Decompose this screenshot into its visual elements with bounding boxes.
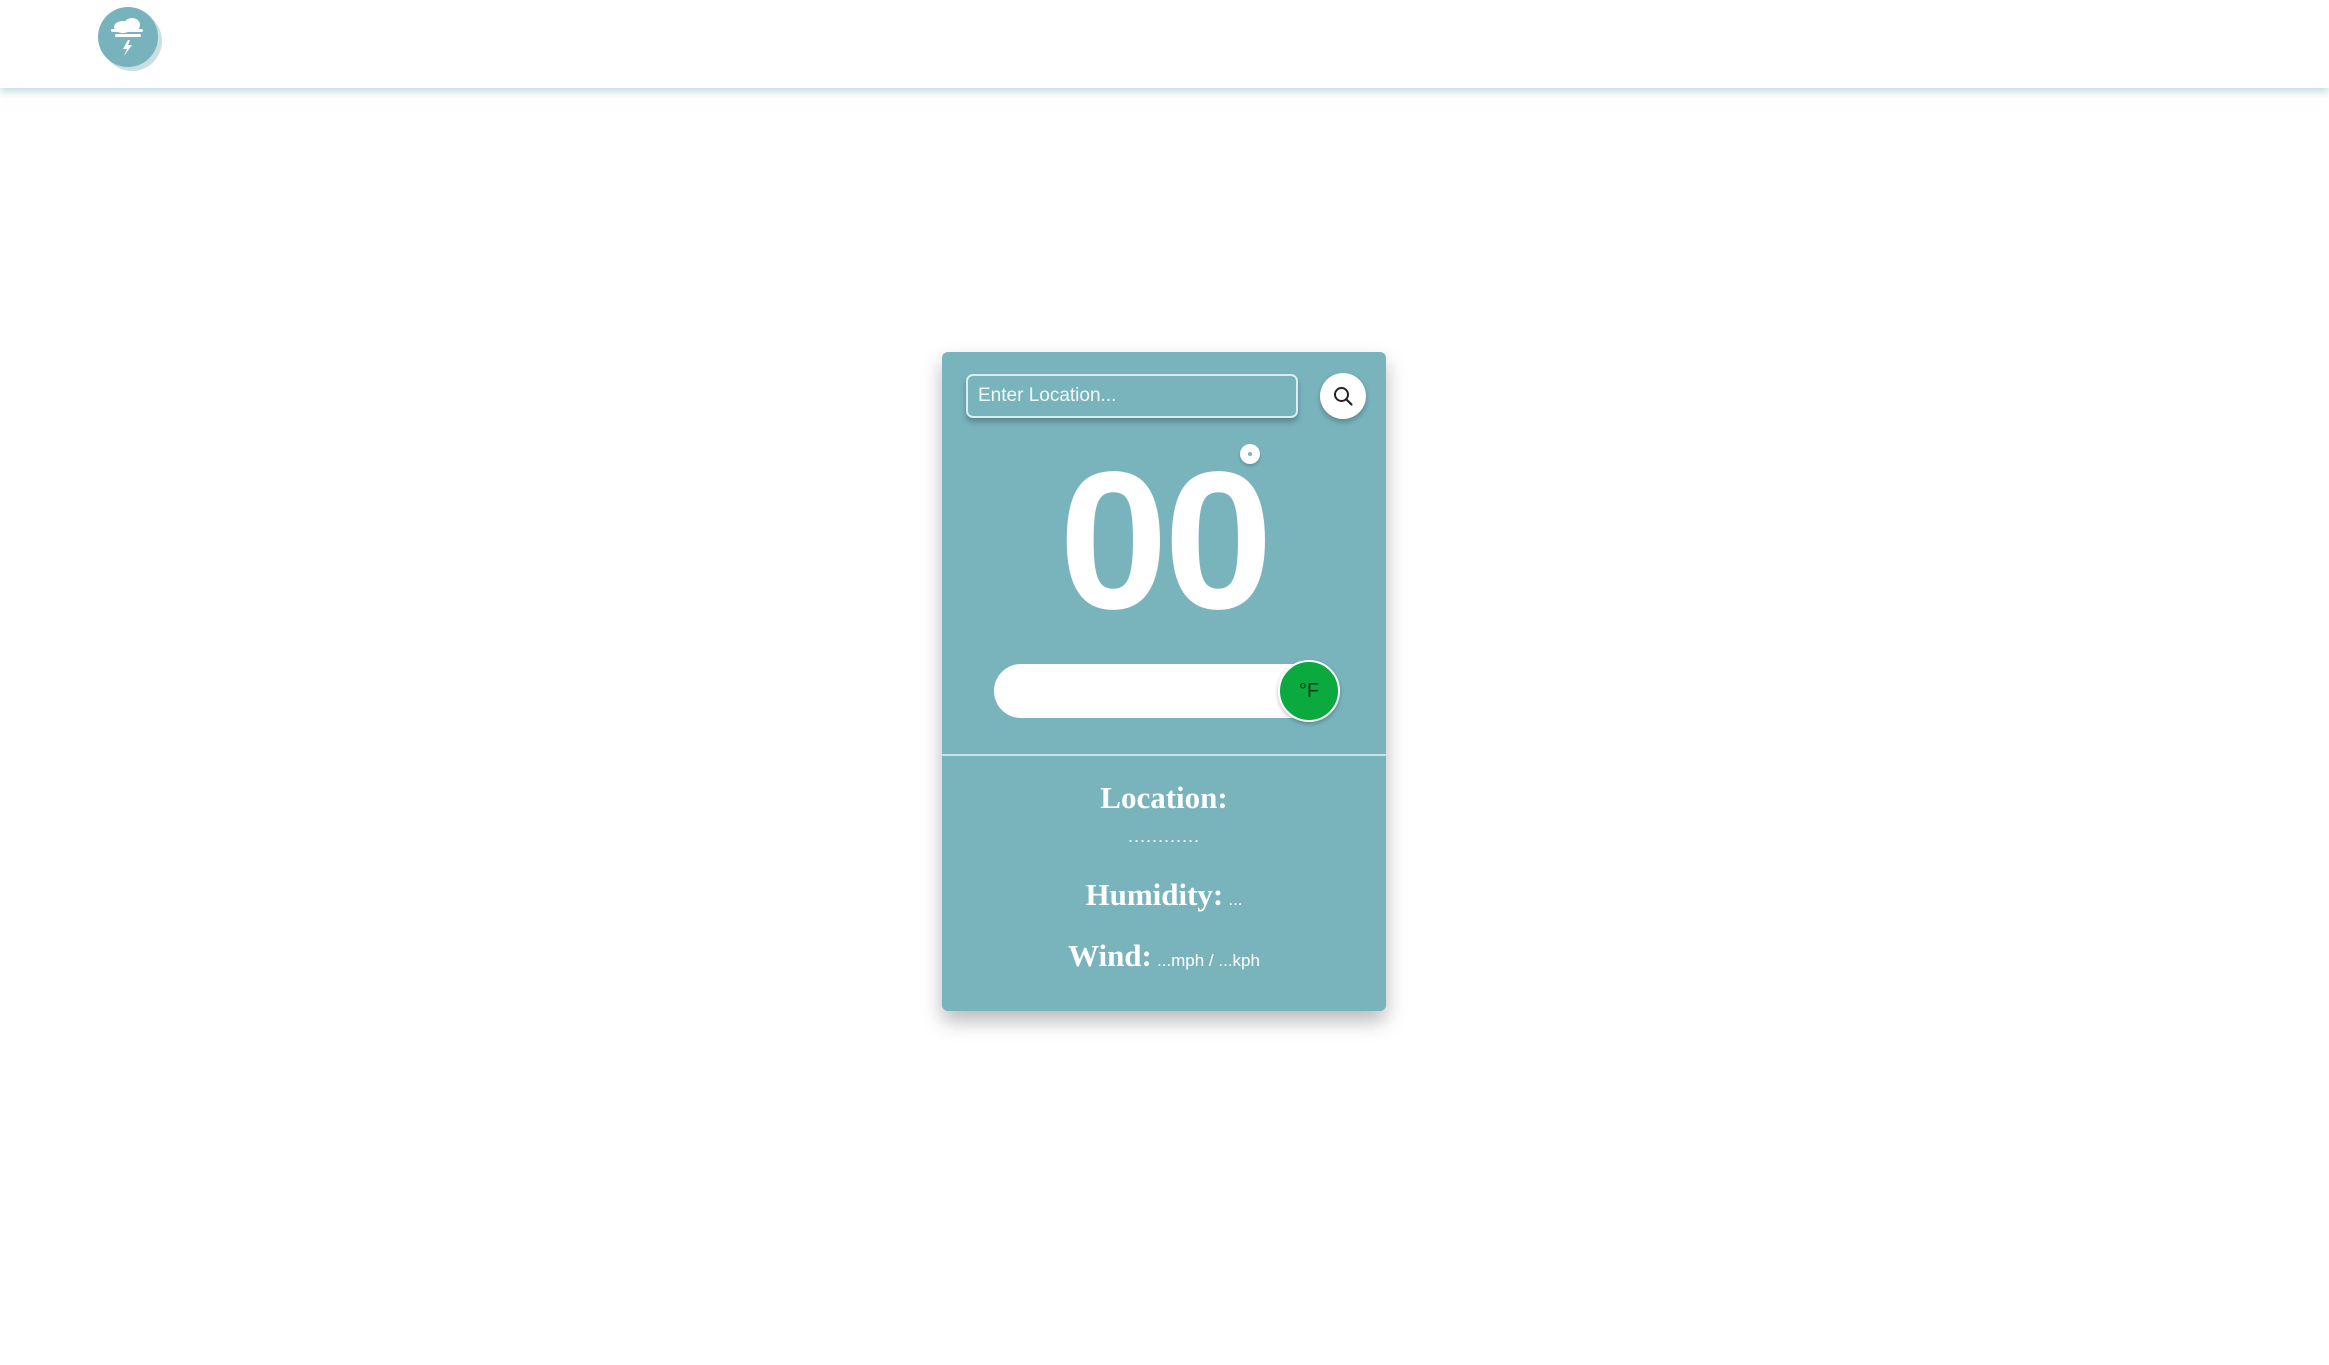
wind-value: ...mph / ...kph <box>1156 951 1260 970</box>
search-icon <box>1334 387 1353 406</box>
location-label: Location: <box>1100 780 1228 815</box>
temperature-value: 00 <box>1058 431 1273 650</box>
degree-icon <box>1240 444 1260 464</box>
wind-label: Wind: <box>1068 938 1152 973</box>
logo-graphic <box>111 18 143 56</box>
humidity-row: Humidity: ... <box>942 877 1386 913</box>
cloud-lightning-icon[interactable] <box>98 7 158 67</box>
wind-row: Wind: ...mph / ...kph <box>942 938 1386 974</box>
humidity-value: ... <box>1228 890 1243 909</box>
search-button[interactable] <box>1320 373 1366 419</box>
unit-toggle[interactable]: °F <box>994 660 1340 722</box>
weather-card: 00 °F Location: ............ Humidity: .… <box>942 352 1386 1011</box>
divider <box>942 754 1386 756</box>
humidity-label: Humidity: <box>1085 877 1224 912</box>
top-navbar <box>0 0 2329 88</box>
location-value: ............ <box>1127 826 1200 846</box>
location-search-input[interactable] <box>966 374 1298 418</box>
unit-toggle-knob[interactable]: °F <box>1278 660 1340 722</box>
